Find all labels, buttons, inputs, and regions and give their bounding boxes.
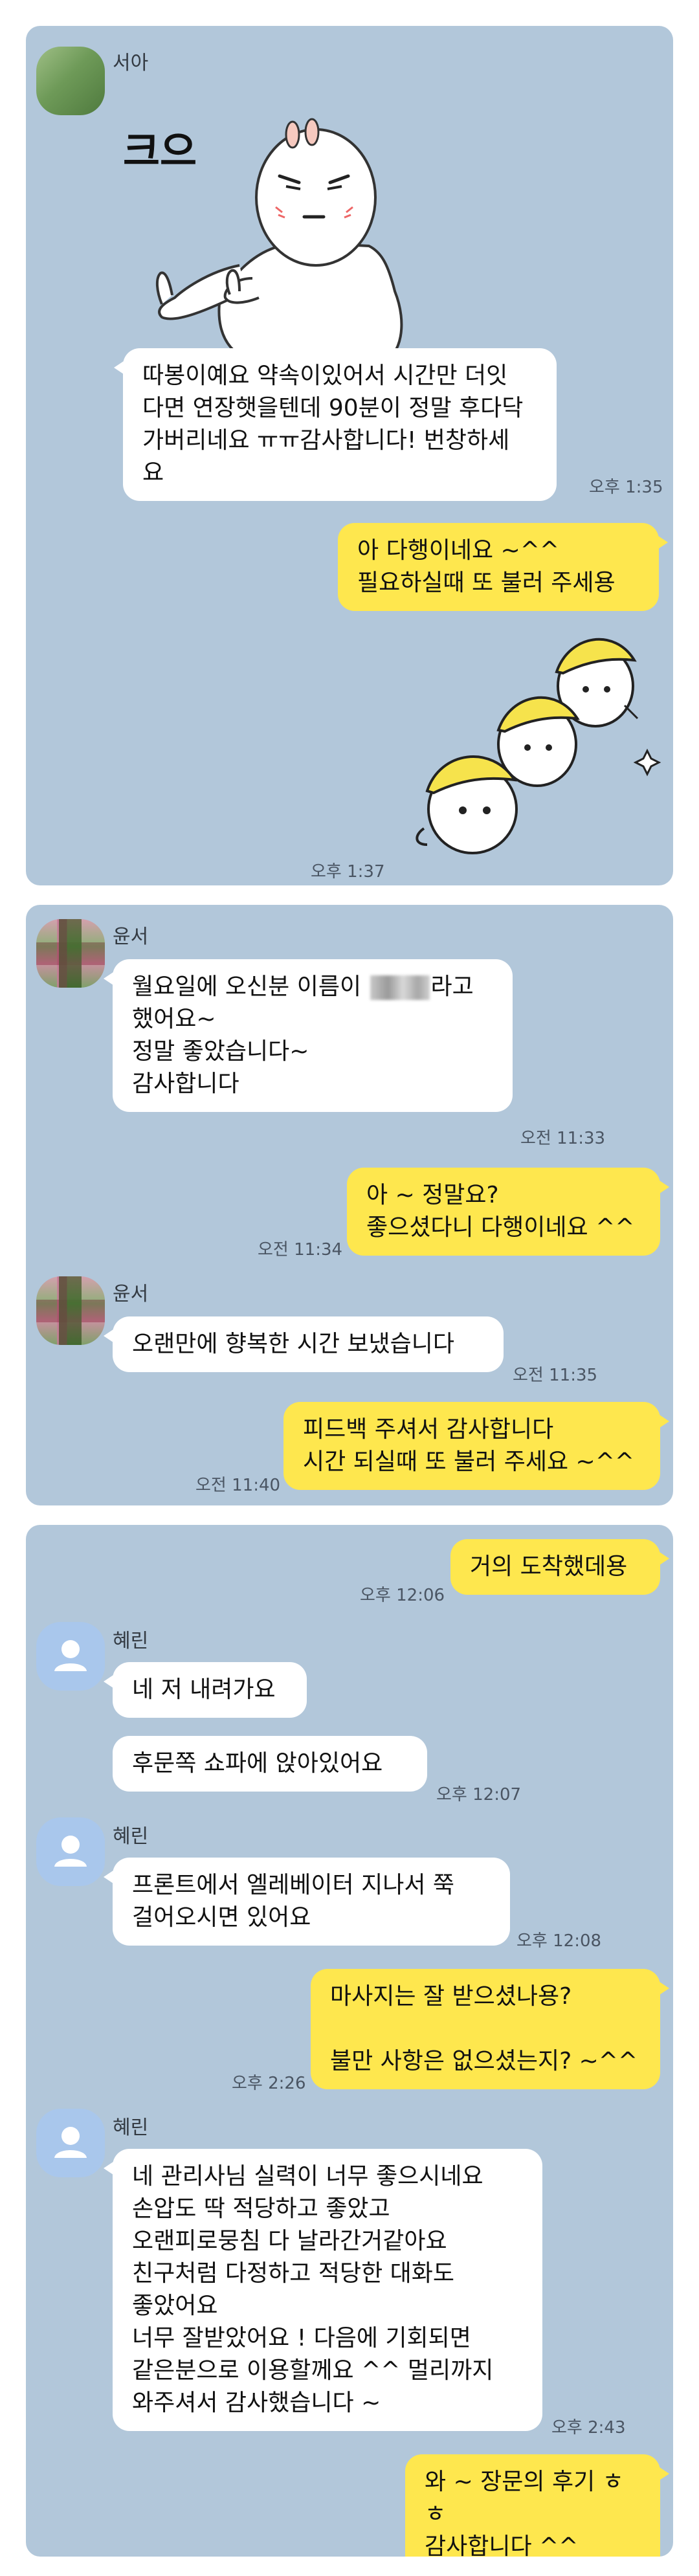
default-profile-avatar[interactable] (36, 1817, 105, 1886)
incoming-message: 프론트에서 엘레베이터 지나서 쭉 걸어오시면 있어요 (104, 1858, 510, 1946)
blurred-name (370, 975, 430, 1000)
incoming-message: 네 저 내려가요 (104, 1662, 307, 1718)
sender-avatar[interactable] (36, 47, 105, 115)
sender-avatar[interactable] (36, 919, 105, 988)
message-time: 오후 2:43 (551, 2418, 626, 2437)
message-time: 오전 11:33 (520, 1129, 606, 1148)
message-time: 오후 1:35 (589, 478, 663, 497)
chat-screenshot-1: 서아 크으 따봉이예요 약속이있어서 시간만 더잇 다면 연장햇을텐데 90분이… (26, 26, 673, 885)
outgoing-message: 아 다행이네요 ~^^ 필요하실때 또 불러 주세용 (338, 523, 668, 611)
sender-name: 혜린 (113, 2116, 149, 2139)
message-time: 오전 11:34 (258, 1240, 343, 1260)
duck-front (416, 755, 518, 854)
chat-screenshot-2: 윤서 월요일에 오신분 이름이 라고 했어요~ 정말 좋았습니다~ 감사합니다 … (26, 905, 673, 1505)
incoming-message: 후문쪽 쇼파에 앉아있어요 (113, 1736, 427, 1792)
outgoing-message: 마사지는 잘 받으셨나용? 불만 사항은 없으셨는지? ~^^ (311, 1969, 669, 2089)
message-time: 오전 11:35 (513, 1366, 598, 1385)
message-time: 오후 1:37 (311, 862, 385, 882)
thumbs-up-cat-sticker: 크으 (110, 104, 434, 364)
default-profile-avatar[interactable] (36, 2109, 105, 2177)
message-text: 월요일에 오신분 이름이 (132, 973, 369, 1000)
incoming-message: 따봉이예요 약속이있어서 시간만 더잇 다면 연장햇을텐데 90분이 정말 후다… (114, 348, 557, 501)
sender-name: 서아 (113, 52, 149, 74)
outgoing-message: 거의 도착했데용 (450, 1539, 669, 1595)
incoming-message: 월요일에 오신분 이름이 라고 했어요~ 정말 좋았습니다~ 감사합니다 (104, 959, 513, 1112)
sticker-text: 크으 (123, 128, 197, 175)
message-time: 오후 12:08 (516, 1931, 602, 1951)
incoming-message: 오랜만에 향복한 시간 보냈습니다 (104, 1316, 504, 1372)
message-time: 오후 12:06 (360, 1586, 445, 1605)
default-profile-avatar[interactable] (36, 1622, 105, 1691)
sender-name: 윤서 (113, 1283, 149, 1305)
sender-avatar[interactable] (36, 1276, 105, 1345)
sender-name: 혜린 (113, 1825, 149, 1848)
sender-name: 윤서 (113, 926, 149, 948)
incoming-message: 네 관리사님 실력이 너무 좋으시네요 손압도 딱 적당하고 좋았고 오랜피로뭉… (104, 2149, 542, 2431)
message-time: 오후 2:26 (232, 2074, 306, 2093)
message-time: 오전 11:40 (195, 1476, 281, 1495)
outgoing-message: 아 ~ 정말요? 좋으셨다니 다행이네요 ^^ (347, 1168, 669, 1256)
banana-hat-ducks-sticker (401, 621, 673, 854)
message-time: 오후 12:07 (436, 1785, 522, 1804)
outgoing-message: 피드백 주셔서 감사합니다 시간 되실때 또 불러 주세요 ~^^ (283, 1402, 669, 1490)
chat-screenshot-3: 거의 도착했데용 오후 12:06 혜린 네 저 내려가요 후문쪽 쇼파에 앉아… (26, 1525, 673, 2557)
outgoing-message: 와 ~ 장문의 후기 ㅎㅎ 감사합니다 ^^ (405, 2454, 669, 2557)
sender-name: 혜린 (113, 1630, 149, 1652)
